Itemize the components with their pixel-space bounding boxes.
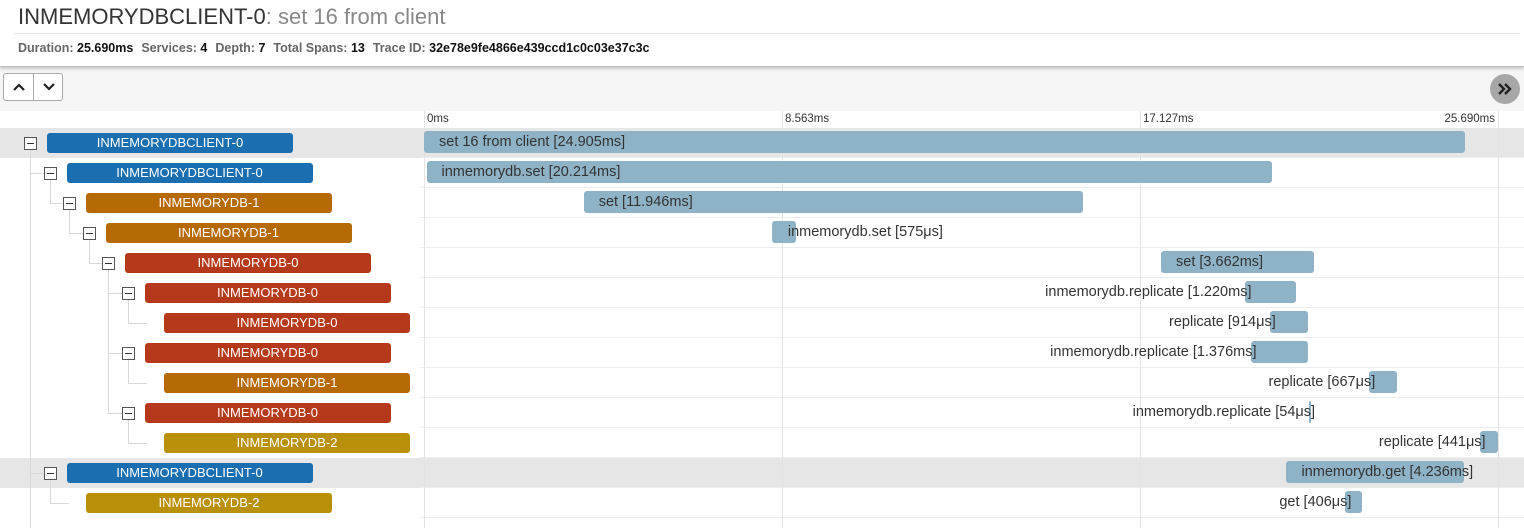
tree-connector (69, 233, 83, 234)
service-name-badge[interactable]: INMEMORYDB-1 (86, 193, 332, 213)
tree-connector (108, 413, 122, 414)
chevron-down-icon (42, 83, 55, 91)
service-name-badge[interactable]: INMEMORYDB-0 (125, 253, 371, 273)
previous-span-button[interactable] (4, 74, 34, 100)
span-label[interactable]: inmemorydb.get [4.236ms] (1301, 463, 1473, 481)
summary-label: Trace ID: (372, 41, 430, 55)
service-name-badge[interactable]: INMEMORYDB-0 (144, 403, 391, 423)
time-gridline (1498, 111, 1499, 528)
service-name-badge[interactable]: INMEMORYDB-2 (86, 493, 332, 513)
tree-connector (30, 173, 44, 174)
span-label[interactable]: inmemorydb.replicate [1.376ms] (1050, 343, 1256, 361)
collapse-toggle-icon[interactable] (121, 407, 135, 420)
tree-connector (108, 270, 109, 413)
collapse-toggle-icon[interactable] (121, 287, 135, 300)
tree-connector (69, 210, 70, 233)
chevron-up-icon (12, 83, 25, 91)
tree-connector (49, 203, 63, 204)
tree-connector (88, 240, 90, 263)
span-duration-bar[interactable] (1245, 281, 1297, 303)
summary-label: Depth: (215, 41, 259, 55)
collapse-toggle-icon[interactable] (102, 257, 115, 270)
collapse-toggle-icon[interactable] (63, 197, 76, 210)
service-name-badge[interactable]: INMEMORYDB-2 (164, 433, 410, 453)
time-tick-label: 25.690ms (1444, 113, 1495, 125)
trace-root-operation: : set 16 from client (265, 4, 446, 29)
trace-summary: Duration: 25.690ms Services: 4 Depth: 7 Tot… (18, 40, 658, 56)
time-tick-label: 0ms (427, 113, 449, 125)
tree-connector (49, 480, 51, 503)
collapse-toggle-icon[interactable] (43, 467, 57, 480)
row-divider (420, 517, 1524, 518)
span-label[interactable]: inmemorydb.set [575μs] (788, 223, 943, 241)
span-label[interactable]: inmemorydb.replicate [1.220ms] (1045, 283, 1251, 301)
service-name-badge[interactable]: INMEMORYDB-0 (144, 343, 391, 363)
next-span-button[interactable] (34, 74, 63, 100)
trace-root-service: INMEMORYDBCLIENT-0 (18, 4, 266, 29)
span-duration-bar[interactable] (1250, 341, 1309, 363)
time-tick-label: 8.563ms (784, 113, 830, 125)
tree-connector (49, 180, 51, 203)
tree-connector (127, 300, 129, 323)
collapse-toggle-icon[interactable] (82, 227, 96, 240)
tree-connector (108, 293, 122, 294)
summary-label: Duration: (18, 41, 78, 55)
service-name-badge[interactable]: INMEMORYDB-0 (144, 283, 391, 303)
tree-connector (108, 353, 122, 354)
trace-header: INMEMORYDBCLIENT-0: set 16 from client D… (0, 0, 1524, 67)
service-name-badge[interactable]: INMEMORYDBCLIENT-0 (66, 163, 313, 183)
header-divider (14, 33, 1520, 34)
tree-connector (30, 150, 31, 528)
span-nav-buttons (3, 73, 63, 101)
tree-connector (127, 443, 147, 444)
toolbar (0, 67, 1524, 111)
trace-timeline: 0ms 8.563ms 17.127ms 25.690ms INMEMORYDBCLIE… (0, 111, 1524, 528)
trace-title: INMEMORYDBCLIENT-0: set 16 from client (18, 4, 446, 30)
span-label[interactable]: set [3.662ms] (1176, 253, 1263, 271)
tree-connector (127, 383, 147, 384)
service-name-badge[interactable]: INMEMORYDB-0 (164, 313, 410, 333)
span-label[interactable]: get [406μs] (1279, 493, 1351, 511)
expand-timeline-button[interactable] (1490, 74, 1520, 104)
span-label[interactable]: replicate [914μs] (1169, 313, 1276, 331)
summary-value: 32e78e9fe4866e439ccd1c0c03e37c3c (429, 41, 650, 55)
collapse-toggle-icon[interactable] (121, 347, 135, 360)
span-label[interactable]: set 16 from client [24.905ms] (439, 133, 625, 151)
summary-label: Services: (141, 41, 201, 55)
span-label[interactable]: replicate [667μs] (1269, 373, 1376, 391)
tree-connector (127, 360, 129, 383)
summary-value: 13 (350, 41, 365, 55)
collapse-toggle-icon[interactable] (43, 167, 57, 180)
double-chevron-right-icon (1498, 83, 1512, 95)
summary-value: 4 (200, 41, 208, 55)
time-gridline (424, 111, 425, 528)
summary-value: 25.690ms (77, 41, 134, 55)
tree-connector (88, 263, 102, 264)
service-name-badge[interactable]: INMEMORYDBCLIENT-0 (47, 133, 293, 153)
service-name-badge[interactable]: INMEMORYDBCLIENT-0 (66, 463, 313, 483)
span-label[interactable]: set [11.946ms] (599, 193, 693, 211)
time-tick-label: 17.127ms (1143, 113, 1194, 125)
tree-connector (30, 473, 44, 474)
summary-label: Total Spans: (273, 41, 351, 55)
collapse-toggle-icon[interactable] (24, 137, 37, 150)
summary-value: 7 (258, 41, 266, 55)
tree-connector (127, 420, 129, 443)
span-label[interactable]: replicate [441μs] (1379, 433, 1486, 451)
service-name-badge[interactable]: INMEMORYDB-1 (164, 373, 410, 393)
span-label[interactable]: inmemorydb.set [20.214ms] (442, 163, 621, 181)
span-label[interactable]: inmemorydb.replicate [54μs] (1133, 403, 1315, 421)
service-name-badge[interactable]: INMEMORYDB-1 (105, 223, 352, 243)
tree-connector (127, 323, 147, 324)
tree-connector (49, 503, 69, 504)
